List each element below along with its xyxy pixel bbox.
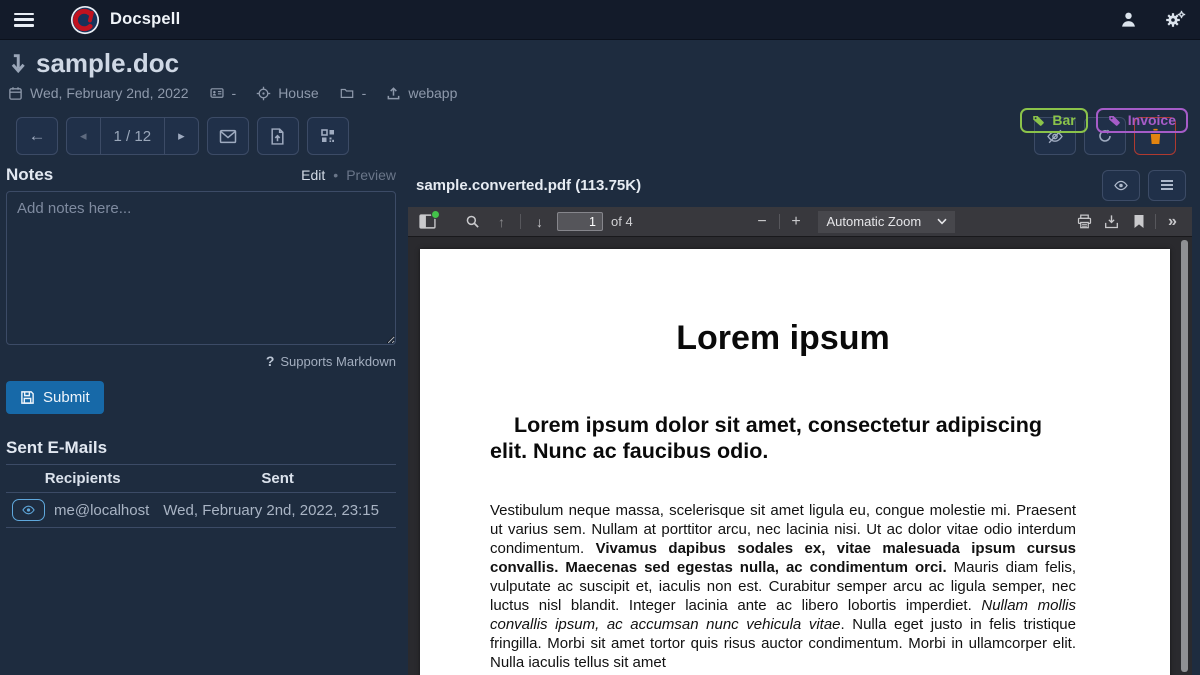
correspondent-card-icon bbox=[209, 86, 225, 100]
pager-label: 1 / 12 bbox=[101, 118, 166, 154]
calendar-icon bbox=[8, 86, 23, 101]
pdf-search-button[interactable] bbox=[459, 210, 486, 234]
notes-textarea[interactable] bbox=[6, 191, 396, 345]
markdown-hint: ?Supports Markdown bbox=[6, 353, 396, 369]
pdf-zoom-in-button[interactable]: + bbox=[783, 210, 810, 234]
sent-emails-body: me@localhostWed, February 2nd, 2022, 23:… bbox=[6, 493, 396, 528]
send-mail-button[interactable] bbox=[207, 117, 249, 155]
app-title: Docspell bbox=[110, 10, 180, 29]
attachment-header: sample.converted.pdf (113.75K) bbox=[400, 163, 1200, 207]
pdf-document-title: Lorem ipsum bbox=[490, 319, 1076, 358]
user-account-icon[interactable] bbox=[1119, 10, 1138, 29]
tag-label: Invoice bbox=[1128, 112, 1176, 128]
notes-link-separator: • bbox=[333, 167, 338, 183]
document-date: Wed, February 2nd, 2022 bbox=[30, 85, 189, 101]
folder-icon bbox=[339, 86, 355, 100]
view-email-button[interactable] bbox=[12, 499, 45, 521]
pdf-zoom-select[interactable]: Automatic Zoom bbox=[818, 211, 956, 233]
submit-label: Submit bbox=[43, 389, 90, 406]
top-navbar: Docspell bbox=[0, 0, 1200, 40]
tag-bar[interactable]: Bar bbox=[1020, 108, 1087, 133]
sent-emails-heading: Sent E-Mails bbox=[6, 438, 396, 458]
sent-emails-table: Recipients Sent me@localhostWed, Februar… bbox=[6, 464, 396, 528]
notes-edit-link[interactable]: Edit bbox=[301, 167, 325, 183]
attachment-view-button[interactable] bbox=[1102, 170, 1140, 201]
email-sent-date: Wed, February 2nd, 2022, 23:15 bbox=[159, 493, 396, 528]
next-item-button[interactable]: ▸ bbox=[165, 118, 198, 154]
pdf-scrollbar-thumb[interactable] bbox=[1181, 240, 1188, 672]
sent-email-row: me@localhostWed, February 2nd, 2022, 23:… bbox=[6, 493, 396, 528]
pdf-document-heading: Lorem ipsum dolor sit amet, consectetur … bbox=[490, 412, 1076, 464]
attachment-file-name: sample.converted.pdf (113.75K) bbox=[416, 177, 641, 194]
document-meta: Wed, February 2nd, 2022 - House - webapp bbox=[8, 85, 1188, 101]
hamburger-menu-icon[interactable] bbox=[14, 13, 34, 27]
back-button[interactable]: ← bbox=[16, 117, 58, 155]
back-arrow-icon: ← bbox=[29, 126, 46, 146]
left-sidebar: Notes Edit • Preview ?Supports Markdown … bbox=[0, 163, 400, 675]
folder-value: - bbox=[362, 85, 367, 101]
document-title: sample.doc bbox=[36, 48, 179, 79]
notes-heading: Notes bbox=[6, 165, 53, 185]
email-recipient: me@localhost bbox=[50, 493, 159, 528]
eye-icon bbox=[21, 504, 36, 516]
tag-icon bbox=[1108, 114, 1121, 127]
pdf-page-input[interactable] bbox=[557, 212, 603, 231]
document-header: sample.doc Wed, February 2nd, 2022 - Hou… bbox=[0, 40, 1200, 155]
qr-code-icon bbox=[320, 128, 336, 144]
tag-icon bbox=[1032, 114, 1045, 127]
attachment-menu-button[interactable] bbox=[1148, 170, 1186, 201]
pdf-print-button[interactable] bbox=[1071, 210, 1098, 234]
menu-bars-icon bbox=[1160, 179, 1174, 191]
pdf-zoom-out-button[interactable]: − bbox=[749, 210, 776, 234]
add-files-button[interactable] bbox=[257, 117, 299, 155]
column-recipients: Recipients bbox=[6, 465, 159, 493]
pdf-page: Lorem ipsum Lorem ipsum dolor sit amet, … bbox=[420, 249, 1170, 675]
source-value: webapp bbox=[408, 85, 457, 101]
pdf-toolbar-expand-button[interactable]: » bbox=[1159, 210, 1186, 234]
correspondent-value: - bbox=[232, 85, 237, 101]
envelope-icon bbox=[219, 129, 237, 144]
tag-label: Bar bbox=[1052, 112, 1075, 128]
tags-row: Bar Invoice bbox=[1020, 108, 1188, 133]
submit-notes-button[interactable]: Submit bbox=[6, 381, 104, 414]
sidebar-notification-dot bbox=[431, 210, 440, 219]
concerning-value: House bbox=[278, 85, 318, 101]
pdf-paragraph: Vestibulum neque massa, scelerisque sit … bbox=[490, 502, 1076, 672]
pdf-bookmark-button[interactable] bbox=[1125, 210, 1152, 234]
app-root: Docspell bbox=[0, 0, 1200, 675]
docspell-logo bbox=[70, 5, 100, 35]
column-sent: Sent bbox=[159, 465, 396, 493]
chevron-down-icon bbox=[937, 218, 947, 225]
pdf-frame: ↑ ↓ of 4 − + Automatic Zoom bbox=[408, 207, 1192, 675]
file-upload-icon bbox=[270, 128, 285, 145]
eye-icon bbox=[1113, 179, 1129, 192]
concerning-crosshair-icon bbox=[256, 86, 271, 101]
download-arrow-icon bbox=[8, 53, 28, 75]
pdf-viewer: Lorem ipsum Lorem ipsum dolor sit amet, … bbox=[408, 237, 1192, 675]
pdf-page-total: of 4 bbox=[611, 214, 633, 229]
tag-invoice[interactable]: Invoice bbox=[1096, 108, 1188, 133]
save-floppy-icon bbox=[20, 390, 35, 405]
app-brand[interactable]: Docspell bbox=[70, 5, 180, 35]
pdf-toolbar: ↑ ↓ of 4 − + Automatic Zoom bbox=[408, 207, 1192, 237]
item-toolbar: ← ◂ 1 / 12 ▸ bbox=[8, 117, 1188, 155]
question-icon: ? bbox=[266, 353, 275, 369]
attachment-panel: sample.converted.pdf (113.75K) bbox=[400, 163, 1200, 675]
pdf-sidebar-toggle-button[interactable] bbox=[414, 210, 441, 234]
zoom-select-value: Automatic Zoom bbox=[827, 214, 922, 229]
qr-code-button[interactable] bbox=[307, 117, 349, 155]
settings-gears-icon[interactable] bbox=[1164, 10, 1186, 30]
upload-source-icon bbox=[386, 86, 401, 101]
notes-preview-link[interactable]: Preview bbox=[346, 167, 396, 183]
pdf-scrollbar bbox=[1181, 240, 1188, 672]
pdf-page-down-button[interactable]: ↓ bbox=[526, 210, 553, 234]
pdf-download-button[interactable] bbox=[1098, 210, 1125, 234]
pdf-page-up-button[interactable]: ↑ bbox=[488, 210, 515, 234]
prev-item-button[interactable]: ◂ bbox=[67, 118, 101, 154]
pager-group: ◂ 1 / 12 ▸ bbox=[66, 117, 199, 155]
